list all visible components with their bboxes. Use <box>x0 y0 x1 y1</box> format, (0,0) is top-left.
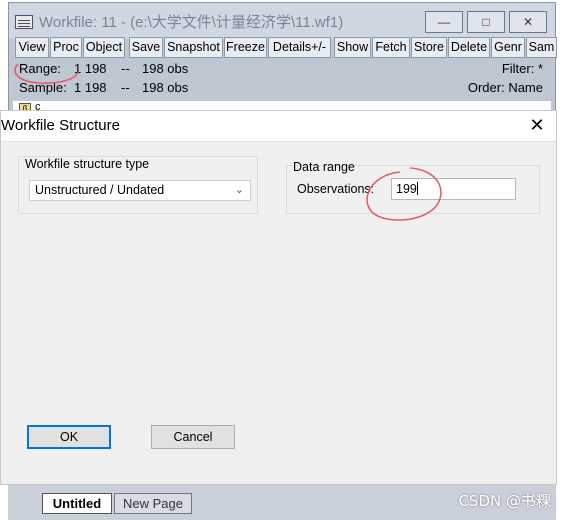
structure-type-select[interactable]: Unstructured / Undated ⌄ <box>29 180 251 201</box>
workfile-structure-dialog: Workfile Structure ✕ Workfile structure … <box>0 110 557 485</box>
toolbar-sample-button[interactable]: Sam <box>526 37 557 58</box>
sample-separator: -- <box>121 80 130 95</box>
structure-type-value: Unstructured / Undated <box>35 183 165 197</box>
watermark: CSDN @书粿 <box>458 492 551 510</box>
observations-value: 199 <box>396 182 417 196</box>
workfile-title: Workfile: 11 - (e:\大学文件\计量经济学\11.wf1) <box>39 14 344 31</box>
filter-text[interactable]: Filter: * <box>502 61 543 76</box>
toolbar-snapshot-button[interactable]: Snapshot <box>164 37 223 58</box>
tab-untitled[interactable]: Untitled <box>42 493 112 514</box>
range-label: Range: <box>19 61 61 76</box>
toolbar-genr-button[interactable]: Genr <box>491 37 525 58</box>
ok-button[interactable]: OK <box>27 425 111 449</box>
structure-type-group: Workfile structure type Unstructured / U… <box>18 156 258 214</box>
workfile-app-icon <box>15 15 33 29</box>
toolbar-show-button[interactable]: Show <box>334 37 371 58</box>
workfile-toolbar: View Proc Object Save Snapshot Freeze De… <box>13 37 557 59</box>
range-count: 198 obs <box>142 61 189 76</box>
toolbar-freeze-button[interactable]: Freeze <box>224 37 267 58</box>
maximize-button[interactable]: □ <box>467 11 505 33</box>
structure-type-label: Workfile structure type <box>25 157 150 171</box>
minimize-button[interactable]: — <box>425 11 463 33</box>
range-start: 1 198 <box>74 61 107 76</box>
cancel-button[interactable]: Cancel <box>151 425 235 449</box>
dialog-title: Workfile Structure <box>1 117 120 134</box>
dialog-close-icon[interactable]: ✕ <box>526 113 548 137</box>
order-text[interactable]: Order: Name <box>468 80 543 95</box>
sample-count: 198 obs <box>142 80 189 95</box>
sample-start: 1 198 <box>74 80 107 95</box>
toolbar-object-button[interactable]: Object <box>83 37 125 58</box>
toolbar-store-button[interactable]: Store <box>411 37 447 58</box>
observations-label: Observations: <box>297 182 375 196</box>
sample-label: Sample: <box>19 80 67 95</box>
toolbar-proc-button[interactable]: Proc <box>50 37 82 58</box>
data-range-group: Data range Observations: 199 <box>286 160 540 214</box>
range-separator: -- <box>121 61 130 76</box>
toolbar-view-button[interactable]: View <box>15 37 49 58</box>
close-button[interactable]: ✕ <box>509 11 547 33</box>
toolbar-fetch-button[interactable]: Fetch <box>372 37 410 58</box>
toolbar-details-button[interactable]: Details+/- <box>268 37 331 58</box>
dialog-titlebar: Workfile Structure ✕ <box>1 111 556 142</box>
data-range-label: Data range <box>293 160 355 174</box>
observations-input[interactable]: 199 <box>391 178 516 200</box>
tab-new-page[interactable]: New Page <box>114 493 192 514</box>
toolbar-save-button[interactable]: Save <box>129 37 163 58</box>
workfile-titlebar: Workfile: 11 - (e:\大学文件\计量经济学\11.wf1) — … <box>9 3 555 39</box>
toolbar-delete-button[interactable]: Delete <box>448 37 490 58</box>
chevron-down-icon: ⌄ <box>234 184 244 196</box>
